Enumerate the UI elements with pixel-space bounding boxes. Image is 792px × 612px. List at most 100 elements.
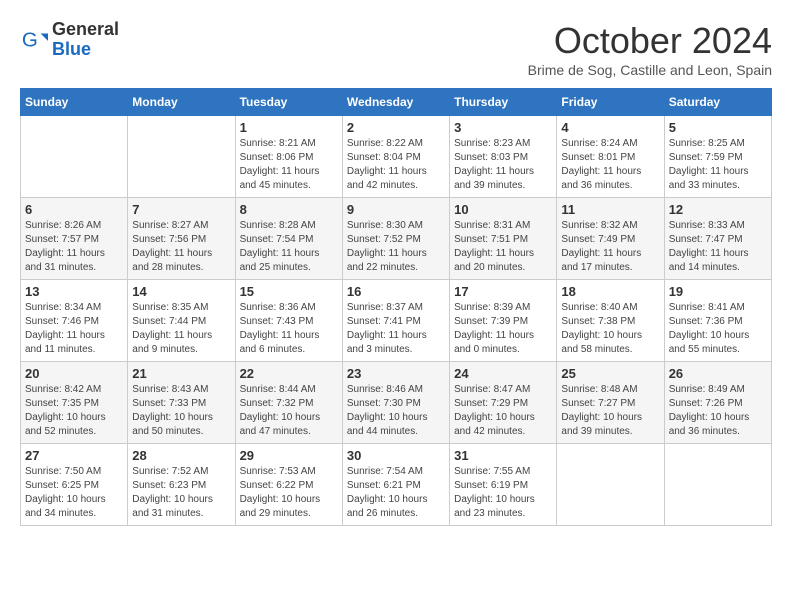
calendar-cell: 31 Sunrise: 7:55 AM Sunset: 6:19 PM Dayli… [450,444,557,526]
calendar-cell: 5Sunrise: 8:25 AM Sunset: 7:59 PM Daylig… [664,116,771,198]
weekday-header: Thursday [450,89,557,116]
calendar-week-row: 20 Sunrise: 8:42 AM Sunset: 7:35 PM Dayli… [21,362,772,444]
day-detail: Sunrise: 8:48 AM Sunset: 7:27 PM Dayligh… [561,383,659,439]
weekday-header: Sunday [21,89,128,116]
calendar-cell: 29 Sunrise: 7:53 AM Sunset: 6:22 PM Dayli… [235,444,342,526]
calendar-cell [128,116,235,198]
day-detail: Sunrise: 8:43 AM Sunset: 7:33 PM Dayligh… [132,383,230,439]
day-detail: Sunrise: 7:53 AM Sunset: 6:22 PM Dayligh… [240,465,338,521]
calendar-cell: 14Sunrise: 8:35 AM Sunset: 7:44 PM Dayli… [128,280,235,362]
day-number: 24 [454,366,552,381]
day-number: 9 [347,202,445,217]
day-detail: Sunrise: 8:42 AM Sunset: 7:35 PM Dayligh… [25,383,123,439]
day-detail: Sunrise: 8:26 AM Sunset: 7:57 PM Dayligh… [25,219,123,275]
day-number: 31 [454,448,552,463]
title-area: October 2024 Brime de Sog, Castille and … [528,20,772,78]
day-number: 29 [240,448,338,463]
day-detail: Sunrise: 8:40 AM Sunset: 7:38 PM Dayligh… [561,301,659,357]
day-detail: Sunrise: 8:33 AM Sunset: 7:47 PM Dayligh… [669,219,767,275]
day-detail: Sunrise: 8:22 AM Sunset: 8:04 PM Dayligh… [347,137,445,193]
day-number: 4 [561,120,659,135]
logo-text: General Blue [52,20,119,60]
calendar-cell: 26 Sunrise: 8:49 AM Sunset: 7:26 PM Dayli… [664,362,771,444]
calendar-cell: 3 Sunrise: 8:23 AM Sunset: 8:03 PM Daylig… [450,116,557,198]
day-number: 26 [669,366,767,381]
day-number: 28 [132,448,230,463]
calendar-cell: 27Sunrise: 7:50 AM Sunset: 6:25 PM Dayli… [21,444,128,526]
calendar-week-row: 13Sunrise: 8:34 AM Sunset: 7:46 PM Dayli… [21,280,772,362]
calendar-cell: 1 Sunrise: 8:21 AM Sunset: 8:06 PM Daylig… [235,116,342,198]
calendar-cell: 4 Sunrise: 8:24 AM Sunset: 8:01 PM Daylig… [557,116,664,198]
day-detail: Sunrise: 8:23 AM Sunset: 8:03 PM Dayligh… [454,137,552,193]
calendar-cell: 10 Sunrise: 8:31 AM Sunset: 7:51 PM Dayli… [450,198,557,280]
calendar-cell: 17Sunrise: 8:39 AM Sunset: 7:39 PM Dayli… [450,280,557,362]
day-detail: Sunrise: 8:37 AM Sunset: 7:41 PM Dayligh… [347,301,445,357]
day-detail: Sunrise: 8:30 AM Sunset: 7:52 PM Dayligh… [347,219,445,275]
day-number: 22 [240,366,338,381]
day-number: 23 [347,366,445,381]
calendar-cell: 8 Sunrise: 8:28 AM Sunset: 7:54 PM Daylig… [235,198,342,280]
calendar-cell [21,116,128,198]
logo: G General Blue [20,20,119,60]
day-detail: Sunrise: 8:49 AM Sunset: 7:26 PM Dayligh… [669,383,767,439]
day-detail: Sunrise: 8:46 AM Sunset: 7:30 PM Dayligh… [347,383,445,439]
day-detail: Sunrise: 7:55 AM Sunset: 6:19 PM Dayligh… [454,465,552,521]
calendar-cell: 30Sunrise: 7:54 AM Sunset: 6:21 PM Dayli… [342,444,449,526]
weekday-header: Saturday [664,89,771,116]
day-detail: Sunrise: 8:34 AM Sunset: 7:46 PM Dayligh… [25,301,123,357]
day-number: 1 [240,120,338,135]
calendar-week-row: 1 Sunrise: 8:21 AM Sunset: 8:06 PM Daylig… [21,116,772,198]
day-detail: Sunrise: 8:47 AM Sunset: 7:29 PM Dayligh… [454,383,552,439]
calendar-cell: 15Sunrise: 8:36 AM Sunset: 7:43 PM Dayli… [235,280,342,362]
weekday-header: Tuesday [235,89,342,116]
day-number: 21 [132,366,230,381]
day-number: 18 [561,284,659,299]
day-number: 12 [669,202,767,217]
day-number: 3 [454,120,552,135]
calendar-cell: 13Sunrise: 8:34 AM Sunset: 7:46 PM Dayli… [21,280,128,362]
day-detail: Sunrise: 8:36 AM Sunset: 7:43 PM Dayligh… [240,301,338,357]
logo-icon: G [20,26,48,54]
calendar-cell: 25Sunrise: 8:48 AM Sunset: 7:27 PM Dayli… [557,362,664,444]
day-number: 10 [454,202,552,217]
day-detail: Sunrise: 7:50 AM Sunset: 6:25 PM Dayligh… [25,465,123,521]
weekday-header: Wednesday [342,89,449,116]
day-detail: Sunrise: 8:27 AM Sunset: 7:56 PM Dayligh… [132,219,230,275]
calendar-cell: 11Sunrise: 8:32 AM Sunset: 7:49 PM Dayli… [557,198,664,280]
day-number: 20 [25,366,123,381]
calendar-cell: 6 Sunrise: 8:26 AM Sunset: 7:57 PM Daylig… [21,198,128,280]
day-detail: Sunrise: 8:25 AM Sunset: 7:59 PM Dayligh… [669,137,767,193]
day-detail: Sunrise: 8:21 AM Sunset: 8:06 PM Dayligh… [240,137,338,193]
day-detail: Sunrise: 8:39 AM Sunset: 7:39 PM Dayligh… [454,301,552,357]
day-number: 11 [561,202,659,217]
weekday-header: Monday [128,89,235,116]
day-detail: Sunrise: 8:35 AM Sunset: 7:44 PM Dayligh… [132,301,230,357]
calendar-cell: 24 Sunrise: 8:47 AM Sunset: 7:29 PM Dayli… [450,362,557,444]
month-title: October 2024 [528,20,772,62]
page-header: G General Blue October 2024 Brime de Sog… [20,20,772,78]
day-detail: Sunrise: 8:41 AM Sunset: 7:36 PM Dayligh… [669,301,767,357]
calendar-cell: 12 Sunrise: 8:33 AM Sunset: 7:47 PM Dayli… [664,198,771,280]
logo-blue: Blue [52,40,119,60]
day-detail: Sunrise: 8:24 AM Sunset: 8:01 PM Dayligh… [561,137,659,193]
calendar-cell: 28Sunrise: 7:52 AM Sunset: 6:23 PM Dayli… [128,444,235,526]
calendar-cell: 21 Sunrise: 8:43 AM Sunset: 7:33 PM Dayli… [128,362,235,444]
day-number: 16 [347,284,445,299]
calendar-cell: 16 Sunrise: 8:37 AM Sunset: 7:41 PM Dayli… [342,280,449,362]
calendar-cell: 20 Sunrise: 8:42 AM Sunset: 7:35 PM Dayli… [21,362,128,444]
calendar-week-row: 6 Sunrise: 8:26 AM Sunset: 7:57 PM Daylig… [21,198,772,280]
calendar-cell [664,444,771,526]
logo-general: General [52,20,119,40]
calendar-cell: 7 Sunrise: 8:27 AM Sunset: 7:56 PM Daylig… [128,198,235,280]
day-number: 19 [669,284,767,299]
day-detail: Sunrise: 8:28 AM Sunset: 7:54 PM Dayligh… [240,219,338,275]
day-number: 8 [240,202,338,217]
calendar-cell: 22Sunrise: 8:44 AM Sunset: 7:32 PM Dayli… [235,362,342,444]
weekday-header-row: SundayMondayTuesdayWednesdayThursdayFrid… [21,89,772,116]
svg-text:G: G [22,28,38,51]
day-number: 7 [132,202,230,217]
day-detail: Sunrise: 8:31 AM Sunset: 7:51 PM Dayligh… [454,219,552,275]
day-number: 6 [25,202,123,217]
calendar-cell: 23 Sunrise: 8:46 AM Sunset: 7:30 PM Dayli… [342,362,449,444]
calendar-cell: 19 Sunrise: 8:41 AM Sunset: 7:36 PM Dayli… [664,280,771,362]
